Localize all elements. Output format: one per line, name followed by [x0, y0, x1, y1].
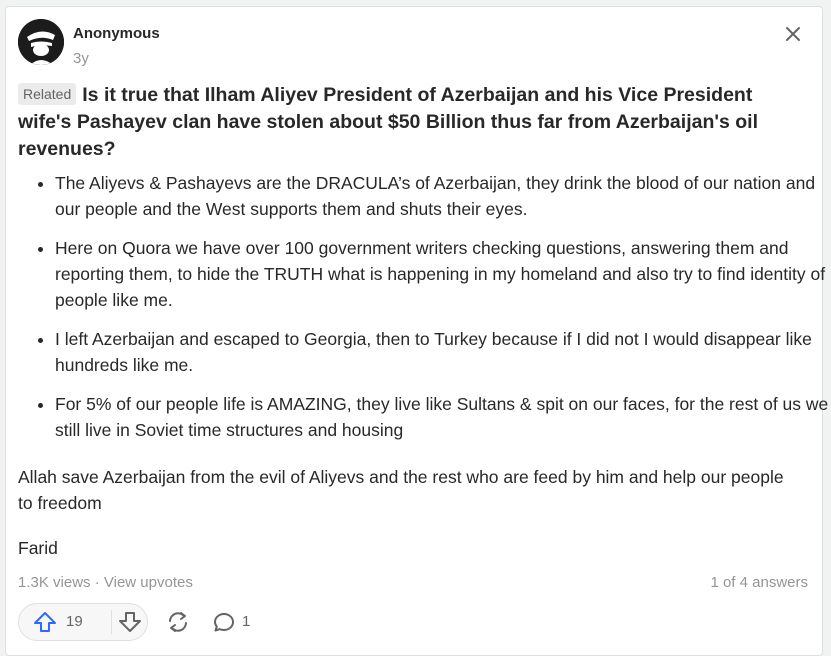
- share-button[interactable]: [164, 608, 192, 636]
- list-item: Here on Quora we have over 100 governmen…: [55, 235, 831, 313]
- view-upvotes-link[interactable]: View upvotes: [104, 574, 193, 591]
- anonymous-avatar-icon: [18, 19, 64, 65]
- answer-paragraph: Allah save Azerbaijan from the evil of A…: [18, 467, 784, 513]
- answer-signature: Farid: [18, 538, 58, 558]
- question-title[interactable]: Related Is it true that Ilham Aliyev Pres…: [18, 82, 798, 163]
- list-item: The Aliyevs & Pashayevs are the DRACULA’…: [55, 170, 831, 222]
- downvote-arrow-icon: [119, 612, 141, 632]
- answer-meta: 1.3K views · View upvotes: [18, 574, 193, 591]
- answer-timestamp[interactable]: 3y: [73, 50, 89, 67]
- comment-count: 1: [242, 613, 251, 630]
- upvote-arrow-icon: [34, 612, 56, 632]
- comment-icon: [214, 613, 234, 632]
- list-item: I left Azerbaijan and escaped to Georgia…: [55, 326, 831, 378]
- close-icon: [786, 27, 800, 41]
- meta-separator: ·: [90, 574, 104, 591]
- vote-control: 19: [18, 603, 148, 641]
- close-button[interactable]: [782, 23, 804, 45]
- answer-position: 1 of 4 answers: [710, 574, 808, 591]
- share-icon: [169, 612, 187, 632]
- author-name[interactable]: Anonymous: [73, 25, 160, 42]
- related-badge: Related: [18, 83, 77, 105]
- list-item: For 5% of our people life is AMAZING, th…: [55, 391, 831, 443]
- answer-card: Anonymous 3y Related Is it true that Ilha…: [5, 6, 828, 656]
- upvote-count: 19: [66, 613, 83, 630]
- question-text[interactable]: Is it true that Ilham Aliyev President o…: [18, 84, 758, 160]
- view-count: 1.3K views: [18, 574, 91, 591]
- upvote-button[interactable]: 19: [19, 604, 111, 640]
- downvote-button[interactable]: [112, 604, 148, 640]
- answer-bullet-list: The Aliyevs & Pashayevs are the DRACULA’…: [18, 170, 831, 456]
- comment-button[interactable]: 1: [212, 608, 272, 636]
- avatar[interactable]: [18, 19, 64, 65]
